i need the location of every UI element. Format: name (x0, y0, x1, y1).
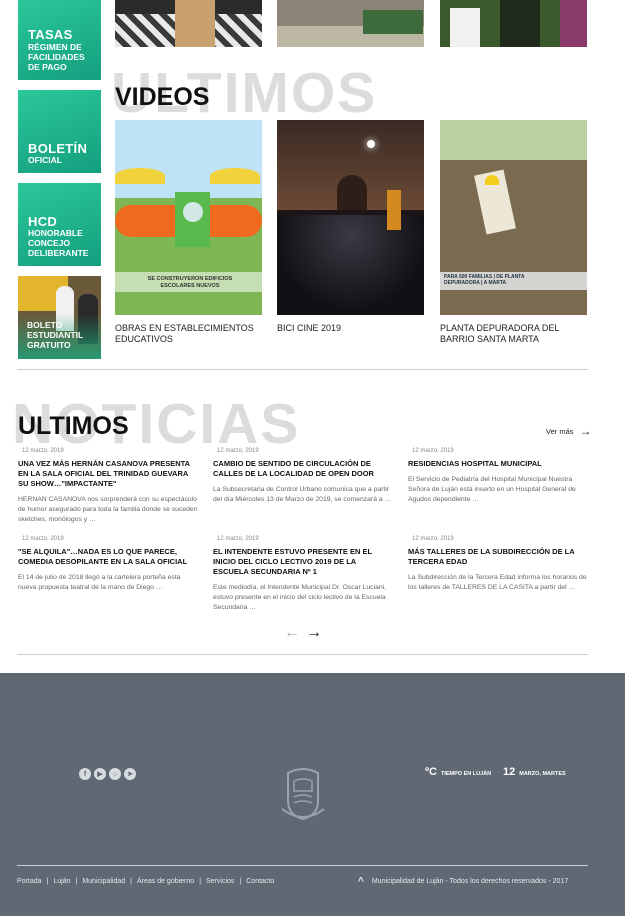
footer-copyright: ^ Municipalidad de Luján - Todos los der… (358, 876, 568, 887)
separator: | (130, 878, 132, 885)
facebook-icon[interactable]: f (79, 768, 91, 780)
news-date: 12 marzo, 2019 (217, 536, 259, 542)
boletin-title: BOLETÍN (28, 141, 88, 156)
ver-mas-link[interactable]: Ver más → (546, 424, 592, 438)
municipal-seal-icon (280, 767, 326, 828)
date-widget: 12 MARZO, MARTES (503, 766, 566, 778)
chevron-up-icon[interactable]: ^ (358, 876, 364, 887)
boleto-estudiantil-tile[interactable]: BOLETO ESTUDIANTIL GRATUITO (18, 276, 101, 359)
footer-link-contacto[interactable]: Contacto (246, 878, 274, 885)
footer-link-municipalidad[interactable]: Municipalidad (82, 878, 125, 885)
footer-link-portada[interactable]: Portada (17, 878, 42, 885)
prev-arrow-icon[interactable]: ← (284, 624, 300, 642)
section-divider (17, 654, 588, 655)
tasas-tile[interactable]: TASAS RÉGIMEN DE FACILIDADES DE PAGO (18, 0, 101, 80)
weather-label: TIEMPO EN LUJÁN (440, 771, 492, 777)
video-card[interactable]: PARA 500 FAMILIAS | DE PLANTA DEPURADORA… (440, 120, 587, 345)
tasas-title: TASAS (28, 27, 73, 42)
news-date: 12 marzo, 2019 (412, 536, 454, 542)
weather-widget: ºC TIEMPO EN LUJÁN (425, 766, 491, 778)
date-label: MARZO, MARTES (519, 771, 566, 777)
news-item[interactable]: 12 marzo, 2019 MÁS TALLERES DE LA SUBDIR… (408, 536, 588, 593)
footer-link-lujan[interactable]: Luján (53, 878, 70, 885)
video-caption[interactable]: PLANTA DEPURADORA DEL BARRIO SANTA MARTA (440, 323, 587, 345)
video-overlay-text: SE CONSTRUYERON EDIFICIOS ESCOLARES NUEV… (147, 276, 233, 289)
news-excerpt: El 14 de julio de 2018 llegó a la cartel… (18, 574, 181, 591)
separator: | (46, 878, 49, 885)
separator: | (199, 878, 202, 885)
video-caption[interactable]: OBRAS EN ESTABLECIMIENTOS EDUCATIVOS (115, 323, 262, 345)
separator: | (75, 878, 78, 885)
video-thumbnail[interactable]: PARA 500 FAMILIAS | DE PLANTA DEPURADORA… (440, 120, 587, 315)
arrow-right-icon: → (579, 424, 592, 438)
boleto-label: BOLETO ESTUDIANTIL GRATUITO (27, 320, 84, 350)
youtube-icon[interactable]: ▶ (94, 768, 106, 780)
news-item[interactable]: 12 marzo, 2019 RESIDENCIAS HOSPITAL MUNI… (408, 448, 588, 505)
footer-divider (17, 865, 588, 866)
video-thumbnail[interactable] (277, 120, 424, 315)
news-item[interactable]: 12 marzo, 2019 "SE ALQUILA"…NADA ES LO Q… (18, 536, 198, 593)
news-excerpt: HERNAN CASANOVA nos sorprenderá con su e… (18, 496, 198, 523)
news-date: 12 marzo, 2019 (217, 448, 259, 454)
news-item[interactable]: 12 marzo, 2019 UNA VEZ MÁS HERNÁN CASANO… (18, 448, 198, 525)
hcd-tile[interactable]: HCD HONORABLE CONCEJO DELIBERANTE (18, 183, 101, 266)
news-date: 12 marzo, 2019 (22, 448, 64, 454)
separator: | (239, 878, 242, 885)
tasas-subtitle: RÉGIMEN DE FACILIDADES DE PAGO (28, 42, 85, 72)
top-photo-3[interactable] (440, 0, 587, 47)
date-day: 12 (503, 766, 516, 778)
news-item[interactable]: 12 marzo, 2019 CAMBIO DE SENTIDO DE CIRC… (213, 448, 393, 505)
news-excerpt: Este mediodía, el Intendente Municipal D… (213, 584, 387, 611)
ver-mas-label: Ver más (546, 426, 574, 436)
boletin-subtitle: OFICIAL (28, 155, 62, 165)
news-title[interactable]: UNA VEZ MÁS HERNÁN CASANOVA PRESENTA EN … (18, 459, 198, 489)
news-excerpt: El Servicio de Pediatría del Hospital Mu… (408, 476, 576, 503)
telegram-icon[interactable]: ➤ (124, 768, 136, 780)
news-title[interactable]: RESIDENCIAS HOSPITAL MUNICIPAL (408, 459, 588, 469)
video-caption[interactable]: BICI CINE 2019 (277, 323, 424, 334)
news-excerpt: La Subdirección de la Tercera Edad infor… (408, 574, 587, 591)
section-divider (17, 369, 588, 370)
footer-link-servicios[interactable]: Servicios (206, 878, 234, 885)
news-title: ULTIMOS (18, 412, 129, 440)
video-card[interactable]: BICI CINE 2019 (277, 120, 424, 334)
news-item[interactable]: 12 marzo, 2019 EL INTENDENTE ESTUVO PRES… (213, 536, 393, 613)
copyright-text: Municipalidad de Luján - Todos los derec… (371, 878, 569, 885)
top-photo-1[interactable] (115, 0, 262, 47)
video-card[interactable]: SE CONSTRUYERON EDIFICIOS ESCOLARES NUEV… (115, 120, 262, 345)
hcd-title: HCD (28, 214, 58, 229)
hcd-subtitle: HONORABLE CONCEJO DELIBERANTE (28, 228, 89, 258)
news-excerpt: La Subsecretaria de Control Urbano comun… (213, 486, 392, 503)
weather-unit: ºC (425, 766, 437, 778)
news-date: 12 marzo, 2019 (22, 536, 64, 542)
footer-link-areas[interactable]: Áreas de gobierno (137, 878, 194, 885)
social-links: f ▶ ○ ➤ (79, 768, 136, 780)
footer-nav: Portada | Luján | Municipalidad | Áreas de … (17, 878, 274, 885)
videos-title: VIDEOS (115, 83, 210, 111)
news-title[interactable]: "SE ALQUILA"…NADA ES LO QUE PARECE, COME… (18, 547, 198, 567)
video-thumbnail[interactable]: SE CONSTRUYERON EDIFICIOS ESCOLARES NUEV… (115, 120, 262, 315)
news-title[interactable]: CAMBIO DE SENTIDO DE CIRCULACIÓN DE CALL… (213, 459, 393, 479)
news-title[interactable]: MÁS TALLERES DE LA SUBDIRECCIÓN DE LA TE… (408, 547, 588, 567)
boletin-tile[interactable]: BOLETÍN OFICIAL (18, 90, 101, 173)
video-overlay-text: PARA 500 FAMILIAS | DE PLANTA DEPURADORA… (444, 274, 525, 286)
next-arrow-icon[interactable]: → (306, 624, 322, 642)
top-photo-2[interactable] (277, 0, 424, 47)
news-title[interactable]: EL INTENDENTE ESTUVO PRESENTE EN EL INIC… (213, 547, 393, 577)
news-date: 12 marzo, 2019 (412, 448, 454, 454)
instagram-icon[interactable]: ○ (109, 768, 121, 780)
